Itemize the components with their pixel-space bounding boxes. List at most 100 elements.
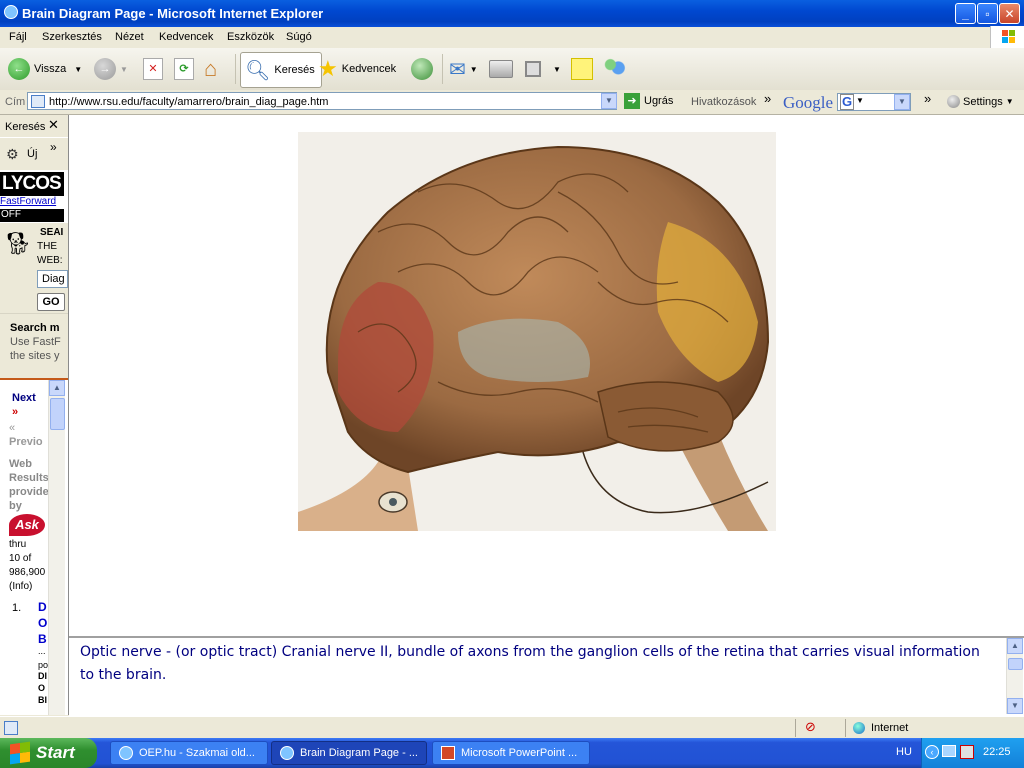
refresh-icon: ⟳	[174, 58, 194, 80]
mail-dropdown-icon[interactable]: ▼	[470, 65, 478, 74]
print-button[interactable]	[489, 52, 513, 86]
links-label[interactable]: Hivatkozások	[691, 96, 756, 108]
edit-button[interactable]: ▼	[525, 52, 561, 86]
result-title-link[interactable]: B	[38, 632, 47, 646]
google-dropdown-icon[interactable]: ▼	[856, 96, 864, 105]
menu-view[interactable]: Nézet	[115, 31, 144, 43]
forward-dropdown-icon[interactable]: ▼	[120, 65, 128, 74]
search-button[interactable]: 🔍︎ Keresés	[240, 52, 322, 88]
settings-button[interactable]: Settings ▼	[947, 95, 1014, 108]
back-dropdown-icon[interactable]: ▼	[74, 65, 82, 74]
go-arrow-icon: ➜	[624, 93, 640, 109]
back-button[interactable]: ← Vissza ▼	[8, 52, 82, 86]
result-snippet: O	[38, 683, 46, 693]
menu-help[interactable]: Súgó	[286, 31, 312, 43]
new-search-icon[interactable]: ⚙	[6, 146, 19, 163]
caption-scroll-up-icon[interactable]: ▲	[1007, 638, 1023, 654]
google-box-dropdown-icon[interactable]: ▼	[894, 94, 910, 110]
edit-dropdown-icon[interactable]: ▼	[553, 65, 561, 74]
start-button[interactable]: Start	[0, 738, 97, 768]
window-title: Brain Diagram Page - Microsoft Internet …	[22, 6, 324, 21]
mail-button[interactable]: ✉ ▼	[449, 52, 478, 86]
caption-scroll-down-icon[interactable]: ▼	[1007, 698, 1023, 714]
star-icon: ★	[318, 56, 338, 81]
back-label: Vissza	[34, 63, 67, 75]
close-button[interactable]: ✕	[999, 3, 1020, 24]
system-tray: ‹ 22:25	[921, 738, 1024, 768]
links-chevron-icon[interactable]: »	[764, 91, 771, 106]
address-url[interactable]: http://www.rsu.edu/faculty/amarrero/brai…	[49, 96, 328, 108]
search-icon: 🔍︎	[245, 59, 271, 82]
ie-icon	[4, 5, 18, 19]
new-search-label[interactable]: Új	[27, 148, 37, 160]
network-icon[interactable]	[942, 745, 956, 757]
prev-arrow-icon: «	[9, 422, 16, 434]
results-scrollbar[interactable]: ▲	[48, 380, 65, 715]
scroll-thumb[interactable]	[50, 398, 65, 430]
search-pane-close-icon[interactable]: ✕	[48, 117, 59, 133]
windows-logo	[990, 26, 1024, 48]
web-results-text: Results	[9, 472, 49, 484]
history-button[interactable]	[411, 52, 433, 86]
google-g-icon: G	[840, 94, 855, 110]
result-title-link[interactable]: D	[38, 600, 47, 614]
search-pane-title: Keresés	[5, 121, 46, 133]
go-button[interactable]: ➜ Ugrás	[624, 93, 673, 109]
language-indicator[interactable]: HU	[896, 746, 912, 758]
menu-tools[interactable]: Eszközök	[227, 31, 274, 43]
refresh-button[interactable]: ⟳	[174, 52, 194, 86]
results-count-text: 10 of	[9, 553, 32, 564]
security-icon[interactable]	[960, 745, 974, 759]
popup-blocked-icon[interactable]: ⊘	[805, 719, 816, 735]
forward-button[interactable]: → ▼	[94, 52, 128, 86]
next-link[interactable]: Next	[12, 392, 36, 404]
result-number: 1.	[12, 602, 22, 614]
web-results-text: Web	[9, 458, 33, 470]
search-more-text: the sites y	[10, 350, 60, 362]
maximize-button[interactable]: ▫	[977, 3, 998, 24]
taskbar-item-brain-diagram[interactable]: Brain Diagram Page - ...	[271, 741, 427, 765]
google-search-box[interactable]: G ▼ ▼	[837, 93, 911, 111]
search-pane: Keresés ✕ ⚙ Új » LYCOS FastForward OFF 🐕…	[0, 115, 69, 715]
lycos-dog-icon: 🐕︎	[4, 231, 32, 256]
results-count-text: (Info)	[9, 581, 33, 592]
pane-chevron-icon[interactable]: »	[50, 140, 57, 154]
discuss-button[interactable]	[571, 52, 593, 86]
home-button[interactable]: ⌂	[204, 52, 217, 86]
lycos-go-button[interactable]: GO	[37, 293, 65, 311]
title-bar[interactable]: Brain Diagram Page - Microsoft Internet …	[0, 0, 1024, 27]
result-title-link[interactable]: O	[38, 616, 47, 630]
menu-file[interactable]: Fájl	[9, 31, 27, 43]
google-logo: Google	[783, 93, 834, 112]
minimize-button[interactable]: _	[955, 3, 976, 24]
caption-scrollbar[interactable]: ▲ ▼	[1006, 638, 1023, 714]
tray-expand-icon[interactable]: ‹	[925, 745, 939, 759]
results-frame: Next » « Previo Web Results provide by A…	[0, 378, 68, 715]
messenger-button[interactable]	[602, 52, 626, 86]
menu-favorites[interactable]: Kedvencek	[159, 31, 213, 43]
search-pane-new-bar: ⚙ Új »	[0, 137, 68, 170]
brain-diagram-image[interactable]	[298, 132, 776, 531]
search-more-label: Search m	[10, 322, 60, 334]
toolbar-separator	[235, 54, 236, 84]
address-dropdown-icon[interactable]: ▼	[601, 93, 617, 109]
caption-scroll-thumb[interactable]	[1008, 658, 1023, 670]
taskbar-item-oep[interactable]: OEP.hu - Szakmai old...	[110, 741, 268, 765]
favorites-button[interactable]: ★ Kedvencek	[318, 52, 396, 86]
google-chevron-icon[interactable]: »	[924, 91, 931, 106]
scroll-up-icon[interactable]: ▲	[49, 380, 65, 396]
menu-edit[interactable]: Szerkesztés	[42, 31, 102, 43]
clock-time[interactable]: 22:25	[983, 746, 1011, 758]
fastforward-link[interactable]: FastForward	[0, 196, 56, 207]
forward-arrow-icon: →	[94, 58, 116, 80]
next-arrow-icon[interactable]: »	[12, 406, 18, 418]
back-arrow-icon: ←	[8, 58, 30, 80]
status-divider	[845, 719, 846, 737]
fastforward-off-bar[interactable]: OFF	[0, 209, 64, 222]
security-zone-label: Internet	[871, 722, 909, 734]
lycos-query-input[interactable]: Diag	[37, 270, 68, 288]
status-bar: ⊘ Internet	[0, 716, 1024, 739]
stop-button[interactable]: ✕	[143, 52, 163, 86]
taskbar-item-powerpoint[interactable]: Microsoft PowerPoint ...	[432, 741, 590, 765]
search-web-label: WEB:	[37, 255, 63, 266]
